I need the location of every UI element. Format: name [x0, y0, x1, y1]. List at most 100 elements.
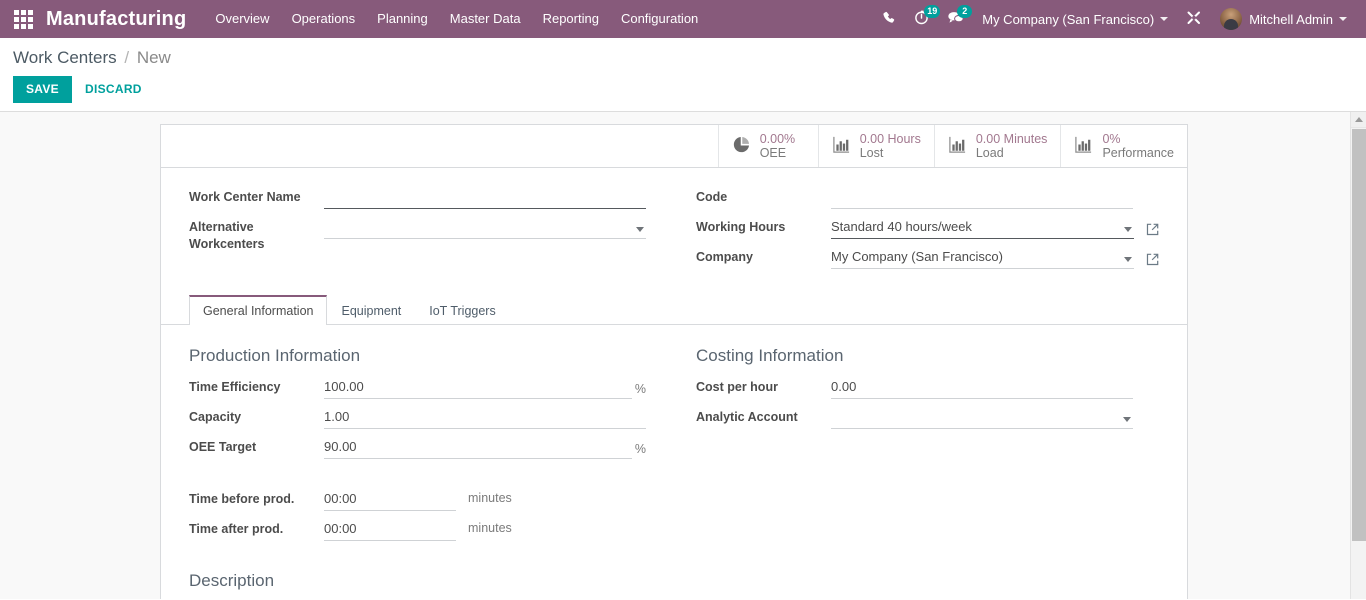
- menu-item-overview[interactable]: Overview: [204, 0, 280, 38]
- stat-label: Load: [976, 146, 1048, 160]
- voip-phone-button[interactable]: [873, 0, 905, 38]
- field-code: Code: [696, 186, 1159, 209]
- stat-button-text: 0.00 Minutes Load: [976, 132, 1048, 160]
- group-spacer: [189, 466, 646, 488]
- user-menu-label: Mitchell Admin: [1249, 12, 1333, 27]
- control-panel: Work Centers / New SAVE DISCARD: [0, 38, 1366, 112]
- time-efficiency-input[interactable]: [324, 376, 632, 399]
- tab-equipment[interactable]: Equipment: [327, 295, 415, 325]
- scrollbar-thumb[interactable]: [1352, 129, 1366, 541]
- pie-chart-icon: [732, 135, 751, 157]
- field-capacity: Capacity: [189, 406, 646, 429]
- sheet-wrapper: 0.00% OEE 0.: [0, 112, 1366, 599]
- scroll-up-button[interactable]: [1351, 112, 1366, 128]
- field-label: OEE Target: [189, 436, 324, 456]
- cost-per-hour-input[interactable]: [831, 376, 1133, 399]
- header-column-right: Code Working Hours: [674, 186, 1159, 276]
- field-label: Alternative Workcenters: [189, 216, 324, 253]
- field-label: Time after prod.: [189, 518, 324, 538]
- field-label: Analytic Account: [696, 406, 831, 426]
- messages-menu-button[interactable]: 2: [938, 0, 973, 38]
- breadcrumb-work-centers[interactable]: Work Centers: [13, 48, 117, 67]
- tab-general-information[interactable]: General Information: [189, 295, 327, 325]
- bar-chart-icon: [1074, 135, 1093, 157]
- stat-button-performance[interactable]: 0% Performance: [1060, 125, 1187, 167]
- chevron-down-icon: [1339, 17, 1347, 21]
- field-working-hours: Working Hours: [696, 216, 1159, 239]
- stat-label: Lost: [860, 146, 921, 160]
- stat-label: Performance: [1102, 146, 1174, 160]
- apps-grid-icon: [14, 10, 33, 29]
- field-label: Time Efficiency: [189, 376, 324, 396]
- field-label: Company: [696, 246, 831, 266]
- time-before-prod-input[interactable]: [324, 488, 456, 511]
- user-menu-button[interactable]: Mitchell Admin: [1211, 0, 1356, 38]
- save-button[interactable]: SAVE: [13, 76, 72, 103]
- main-menu: Overview Operations Planning Master Data…: [204, 0, 709, 38]
- time-after-prod-input[interactable]: [324, 518, 456, 541]
- stat-value: 0%: [1102, 132, 1174, 146]
- oee-target-input[interactable]: [324, 436, 632, 459]
- production-information-title: Production Information: [189, 345, 646, 367]
- percent-suffix: %: [635, 382, 646, 396]
- capacity-input[interactable]: [324, 406, 646, 429]
- field-cost-per-hour: Cost per hour: [696, 376, 1159, 399]
- description-group: Description Description of the work cent…: [161, 548, 1187, 599]
- stat-value: 0.00 Hours: [860, 132, 921, 146]
- stat-button-text: 0.00 Hours Lost: [860, 132, 921, 160]
- company-switcher[interactable]: My Company (San Francisco): [973, 0, 1177, 38]
- menu-item-reporting[interactable]: Reporting: [532, 0, 610, 38]
- internal-link-icon-company[interactable]: [1146, 253, 1159, 266]
- stat-button-lost[interactable]: 0.00 Hours Lost: [818, 125, 934, 167]
- code-input[interactable]: [831, 186, 1133, 209]
- header-column-left: Work Center Name Alternative Workcenters: [189, 186, 674, 276]
- description-title: Description: [189, 570, 1159, 592]
- alternative-workcenters-input[interactable]: [324, 216, 646, 239]
- crossed-tools-icon: [1186, 10, 1202, 29]
- bar-chart-icon: [832, 135, 851, 157]
- chevron-up-icon: [1355, 117, 1363, 122]
- tab-iot-triggers[interactable]: IoT Triggers: [415, 295, 509, 325]
- discard-button[interactable]: DISCARD: [72, 76, 152, 103]
- field-label: Work Center Name: [189, 186, 324, 206]
- form-view-content: 0.00% OEE 0.: [0, 112, 1366, 599]
- avatar: [1220, 8, 1242, 30]
- notebook: General Information Equipment IoT Trigge…: [161, 295, 1187, 325]
- field-company: Company: [696, 246, 1159, 269]
- developer-tools-button[interactable]: [1177, 0, 1211, 38]
- vertical-scrollbar[interactable]: [1350, 112, 1366, 599]
- menu-item-operations[interactable]: Operations: [281, 0, 367, 38]
- working-hours-input[interactable]: [831, 216, 1134, 239]
- internal-link-icon-working-hours[interactable]: [1146, 223, 1159, 236]
- company-input[interactable]: [831, 246, 1134, 269]
- stat-button-text: 0% Performance: [1102, 132, 1174, 160]
- menu-item-master-data[interactable]: Master Data: [439, 0, 532, 38]
- stat-label: OEE: [760, 146, 795, 160]
- app-brand-title: Manufacturing: [46, 8, 204, 31]
- field-label: Capacity: [189, 406, 324, 426]
- stat-button-oee[interactable]: 0.00% OEE: [718, 125, 818, 167]
- phone-icon: [882, 11, 896, 28]
- stat-value: 0.00 Minutes: [976, 132, 1048, 146]
- apps-menu-button[interactable]: [0, 0, 46, 38]
- analytic-account-input[interactable]: [831, 406, 1133, 429]
- stat-button-load[interactable]: 0.00 Minutes Load: [934, 125, 1061, 167]
- work-center-name-input[interactable]: [324, 186, 646, 209]
- stat-button-box: 0.00% OEE 0.: [161, 125, 1187, 168]
- field-work-center-name: Work Center Name: [189, 186, 646, 209]
- activity-menu-button[interactable]: 19: [905, 0, 938, 38]
- time-after-prod-unit: minutes: [468, 518, 512, 535]
- stat-value: 0.00%: [760, 132, 795, 146]
- production-information-group: Production Information Time Efficiency %…: [189, 345, 674, 548]
- breadcrumb-separator: /: [124, 48, 129, 67]
- stat-button-text: 0.00% OEE: [760, 132, 795, 160]
- menu-item-configuration[interactable]: Configuration: [610, 0, 709, 38]
- field-label: Working Hours: [696, 216, 831, 236]
- record-actions: SAVE DISCARD: [13, 76, 1366, 103]
- field-time-before-prod: Time before prod. minutes: [189, 488, 646, 511]
- menu-item-planning[interactable]: Planning: [366, 0, 439, 38]
- notebook-tabs: General Information Equipment IoT Trigge…: [161, 295, 1187, 325]
- costing-information-group: Costing Information Cost per hour Analyt…: [674, 345, 1159, 548]
- costing-information-title: Costing Information: [696, 345, 1159, 367]
- time-before-prod-unit: minutes: [468, 488, 512, 505]
